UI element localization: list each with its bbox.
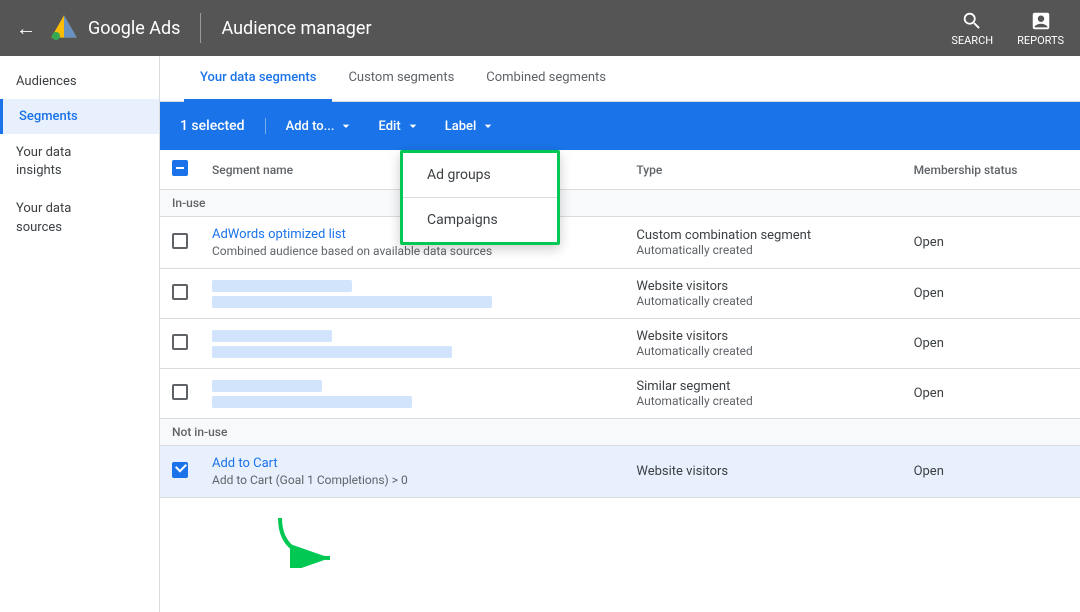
green-arrow-indicator	[270, 508, 350, 572]
table-row: Website visitors Automatically created O…	[160, 319, 1080, 369]
reports-label: REPORTS	[1017, 34, 1064, 47]
tabs-bar: Your data segments Custom segments Combi…	[160, 56, 1080, 102]
table-row: AdWords optimized list Combined audience…	[160, 217, 1080, 269]
sidebar-item-audiences[interactable]: Audiences	[0, 64, 159, 99]
row2-status: Open	[902, 269, 1080, 319]
section-in-use: In-use	[160, 190, 1080, 217]
row4-checkbox[interactable]	[172, 384, 188, 400]
row3-blurred-name	[212, 330, 332, 342]
tab-combined-segments[interactable]: Combined segments	[470, 56, 622, 102]
row3-type-sub: Automatically created	[636, 344, 889, 358]
label-button[interactable]: Label	[433, 110, 509, 142]
google-ads-logo	[48, 12, 80, 44]
row5-type: Website visitors	[636, 464, 889, 479]
dropdown-item-campaigns[interactable]: Campaigns	[403, 198, 557, 242]
select-all-checkbox[interactable]	[172, 160, 188, 176]
segments-table-container: Segment name Type Membership status In-u…	[160, 150, 1080, 612]
row2-type-sub: Automatically created	[636, 294, 889, 308]
edit-button[interactable]: Edit	[366, 110, 432, 142]
back-button[interactable]: ←	[16, 16, 36, 41]
section-not-in-use-label: Not in-use	[160, 419, 1080, 446]
row3-type: Website visitors	[636, 329, 889, 344]
row1-type-sub: Automatically created	[636, 243, 889, 257]
row1-status: Open	[902, 217, 1080, 269]
row5-status: Open	[902, 446, 1080, 498]
row3-checkbox-cell	[160, 319, 200, 369]
row2-checkbox-cell	[160, 269, 200, 319]
row3-checkbox[interactable]	[172, 334, 188, 350]
table-row: Website visitors Automatically created O…	[160, 269, 1080, 319]
row4-status: Open	[902, 369, 1080, 419]
row1-segment-desc: Combined audience based on available dat…	[212, 244, 612, 258]
th-checkbox	[160, 150, 200, 190]
th-type: Type	[624, 150, 901, 190]
dropdown-item-ad-groups[interactable]: Ad groups	[403, 153, 557, 197]
tab-your-data-segments[interactable]: Your data segments	[184, 56, 332, 102]
row2-blurred-desc	[212, 296, 492, 308]
segments-table: Segment name Type Membership status In-u…	[160, 150, 1080, 498]
search-button[interactable]: SEARCH	[951, 10, 993, 47]
row4-type-sub: Automatically created	[636, 394, 889, 408]
sidebar-item-segments[interactable]: Segments	[0, 99, 159, 134]
main-layout: Audiences Segments Your datainsights You…	[0, 56, 1080, 612]
main-content: Your data segments Custom segments Combi…	[160, 56, 1080, 612]
tab-custom-segments[interactable]: Custom segments	[332, 56, 470, 102]
section-in-use-label: In-use	[160, 190, 1080, 217]
sidebar-item-your-data-insights[interactable]: Your datainsights	[0, 134, 159, 190]
add-to-dropdown: Ad groups Campaigns	[400, 150, 560, 245]
row2-type-cell: Website visitors Automatically created	[624, 269, 901, 319]
row1-type-cell: Custom combination segment Automatically…	[624, 217, 901, 269]
row4-segment-name-cell	[200, 369, 624, 419]
topbar-divider	[200, 13, 201, 43]
row2-segment-name-cell	[200, 269, 624, 319]
row2-type: Website visitors	[636, 279, 889, 294]
topbar: ← Google Ads Audience manager SEARCH REP…	[0, 0, 1080, 56]
sidebar: Audiences Segments Your datainsights You…	[0, 56, 160, 612]
sidebar-item-your-data-sources[interactable]: Your datasources	[0, 190, 159, 246]
th-membership-status: Membership status	[902, 150, 1080, 190]
row4-blurred-desc	[212, 396, 412, 408]
row2-blurred-name	[212, 280, 352, 292]
search-label: SEARCH	[951, 34, 993, 47]
row3-status: Open	[902, 319, 1080, 369]
row5-segment-desc: Add to Cart (Goal 1 Completions) > 0	[212, 473, 612, 487]
row3-segment-name-cell	[200, 319, 624, 369]
row3-type-cell: Website visitors Automatically created	[624, 319, 901, 369]
row5-type-cell: Website visitors	[624, 446, 901, 498]
row5-checkbox-cell	[160, 446, 200, 498]
row4-checkbox-cell	[160, 369, 200, 419]
row4-type-cell: Similar segment Automatically created	[624, 369, 901, 419]
row5-segment-name[interactable]: Add to Cart	[212, 456, 612, 471]
row4-type: Similar segment	[636, 379, 889, 394]
selected-count: 1 selected	[176, 118, 266, 134]
row1-checkbox[interactable]	[172, 233, 188, 249]
row5-segment-name-cell: Add to Cart Add to Cart (Goal 1 Completi…	[200, 446, 624, 498]
table-row-selected: Add to Cart Add to Cart (Goal 1 Completi…	[160, 446, 1080, 498]
row1-checkbox-cell	[160, 217, 200, 269]
table-header-row: Segment name Type Membership status	[160, 150, 1080, 190]
row4-blurred-name	[212, 380, 322, 392]
topbar-actions: SEARCH REPORTS	[951, 10, 1064, 47]
row3-blurred-desc	[212, 346, 452, 358]
reports-button[interactable]: REPORTS	[1017, 10, 1064, 47]
app-name: Google Ads	[88, 18, 180, 39]
section-not-in-use: Not in-use	[160, 419, 1080, 446]
action-bar: 1 selected Add to... Edit Label Ad group…	[160, 102, 1080, 150]
row2-checkbox[interactable]	[172, 284, 188, 300]
row5-checkbox[interactable]	[172, 462, 188, 478]
add-to-button[interactable]: Add to...	[274, 110, 367, 142]
row1-type: Custom combination segment	[636, 228, 889, 243]
page-title: Audience manager	[221, 18, 951, 39]
table-row: Similar segment Automatically created Op…	[160, 369, 1080, 419]
